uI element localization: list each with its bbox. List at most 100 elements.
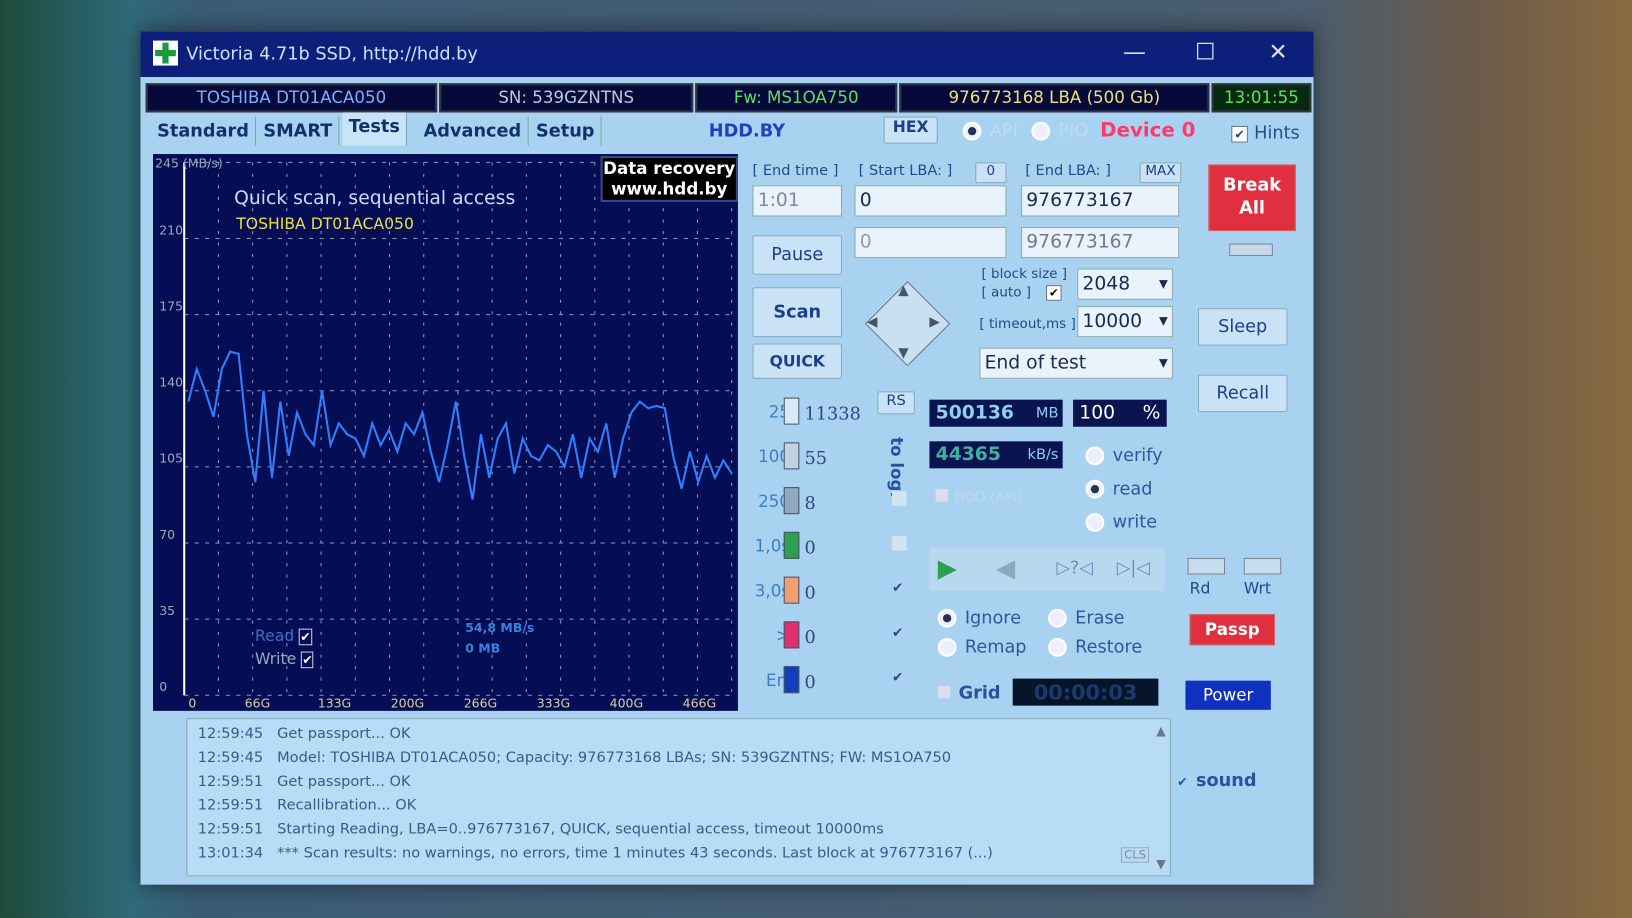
chevron-down-icon: ▼: [1158, 355, 1168, 370]
back-icon[interactable]: ◀: [996, 554, 1015, 583]
desktop: Victoria 4.71b SSD, http://hdd.by — ☐ ✕ …: [0, 0, 1632, 918]
end-action-select[interactable]: End of test ▼: [979, 347, 1173, 379]
api-label: API: [989, 120, 1018, 142]
scan-button[interactable]: Scan: [752, 287, 843, 338]
y-tick-label: 140: [159, 375, 183, 390]
log-entry: 12:59:51 Recallibration... OK: [198, 797, 417, 814]
y-tick-label: 210: [159, 222, 183, 237]
quick-button[interactable]: QUICK: [752, 343, 843, 379]
stat-color-swatch: [783, 487, 800, 515]
start-lba-input[interactable]: 0: [854, 185, 1007, 217]
arrow-left-icon[interactable]: ◀: [867, 314, 877, 330]
skip-end-icon[interactable]: ▷|◁: [1117, 558, 1150, 579]
x-tick-label: 466G: [683, 696, 716, 711]
mb-counter: 500136 MB: [929, 399, 1063, 427]
sound-checkbox[interactable]: ✔ sound: [1177, 770, 1256, 791]
auto-checkbox[interactable]: ✔: [1046, 285, 1062, 301]
log-checkbox[interactable]: ✔: [892, 626, 907, 642]
log-message: Get passport... OK: [277, 725, 411, 743]
tab-tests[interactable]: Tests: [342, 112, 408, 146]
arrow-up-icon[interactable]: ▲: [898, 283, 908, 299]
tab-setup[interactable]: Setup: [530, 116, 602, 146]
power-button[interactable]: Power: [1185, 680, 1271, 710]
play-icon[interactable]: ▶: [938, 554, 957, 583]
tab-standard[interactable]: Standard: [151, 116, 257, 146]
ddd-box: [935, 489, 949, 502]
device-label[interactable]: Device 0: [1100, 119, 1195, 142]
grid-checkbox[interactable]: Grid: [937, 683, 1001, 704]
drive-model: TOSHIBA DT01ACA050: [145, 83, 438, 113]
rs-button[interactable]: RS: [877, 391, 915, 415]
hints-label: Hints: [1254, 122, 1300, 144]
tab-advanced[interactable]: Advanced: [417, 116, 529, 146]
sleep-button[interactable]: Sleep: [1197, 308, 1288, 346]
read-radio[interactable]: read: [1085, 478, 1153, 500]
end-time-field[interactable]: 1:01: [752, 185, 843, 217]
ad-line-1: Data recovery: [603, 158, 736, 178]
scroll-down-icon[interactable]: ▼: [1156, 857, 1166, 872]
log-time: 12:59:51: [197, 821, 264, 838]
timeout-select[interactable]: 10000 ▼: [1077, 305, 1173, 338]
drive-capacity: 976773168 LBA (500 Gb): [899, 83, 1210, 113]
remap-radio[interactable]: Remap: [937, 637, 1027, 658]
ddd-checkbox[interactable]: DDD (API): [935, 489, 1022, 506]
written-amount: 0 MB: [465, 641, 501, 656]
break-all-button[interactable]: Break All: [1208, 164, 1296, 232]
check-icon: ✔: [1231, 125, 1248, 143]
chevron-down-icon: ▼: [1158, 314, 1168, 328]
direction-pad[interactable]: ▲ ▼ ◀ ▶: [864, 281, 951, 367]
y-axis-unit: 245 (MB/s): [155, 156, 223, 171]
scroll-up-icon[interactable]: ▲: [1156, 723, 1166, 738]
tab-smart[interactable]: SMART: [257, 116, 340, 146]
event-log[interactable]: 12:59:45 Get passport... OK 12:59:45 Mode…: [186, 718, 1171, 877]
maximize-button[interactable]: ☐: [1190, 40, 1221, 66]
ddd-label: DDD (API): [954, 490, 1022, 506]
data-recovery-ad[interactable]: Data recovery www.hdd.by: [600, 156, 738, 202]
erase-radio[interactable]: Erase: [1048, 608, 1125, 629]
cls-button[interactable]: CLS: [1121, 847, 1150, 863]
stat-count: 0: [804, 582, 816, 604]
write-toggle[interactable]: Write ✔: [255, 649, 314, 668]
pause-button[interactable]: Pause: [752, 235, 843, 275]
max-button[interactable]: MAX: [1139, 162, 1182, 184]
log-checkbox[interactable]: [891, 536, 907, 551]
hints-checkbox[interactable]: ✔ Hints: [1231, 122, 1300, 144]
arrow-down-icon[interactable]: ▼: [898, 346, 908, 362]
recall-button[interactable]: Recall: [1197, 374, 1288, 413]
start-lba-zero-button[interactable]: 0: [975, 162, 1007, 184]
pio-label: PIO: [1058, 120, 1089, 142]
log-entry: 12:59:45 Get passport... OK: [198, 725, 411, 742]
api-radio[interactable]: API: [962, 120, 1018, 142]
block-size-select[interactable]: 2048 ▼: [1077, 268, 1173, 300]
hdd-by-link[interactable]: HDD.BY: [709, 121, 785, 142]
seek-unknown-icon[interactable]: ▷?◁: [1056, 558, 1093, 579]
arrow-right-icon[interactable]: ▶: [929, 314, 939, 330]
log-checkbox[interactable]: ✔: [892, 581, 907, 597]
pio-radio[interactable]: PIO: [1031, 121, 1088, 142]
graph-title: Quick scan, sequential access: [234, 187, 516, 210]
write-radio[interactable]: write: [1085, 512, 1157, 533]
read-label: read: [1112, 478, 1153, 500]
restore-radio[interactable]: Restore: [1048, 637, 1142, 658]
close-button[interactable]: ✕: [1262, 40, 1293, 66]
x-tick-label: 200G: [391, 696, 424, 711]
end-lba-input[interactable]: 976773167: [1021, 185, 1180, 217]
read-toggle[interactable]: Read ✔: [255, 627, 312, 646]
log-checkbox[interactable]: ✔: [892, 670, 907, 686]
hex-button[interactable]: HEX: [883, 116, 938, 144]
ignore-radio[interactable]: Ignore: [937, 608, 1021, 629]
read-speed-line: [187, 350, 733, 500]
speed-counter: 44365 kB/s: [929, 441, 1063, 469]
log-checkbox[interactable]: [891, 491, 907, 506]
log-entry: 12:59:51 Starting Reading, LBA=0..976773…: [198, 821, 884, 838]
percent-value: 100: [1079, 401, 1116, 424]
rd-indicator: [1187, 557, 1226, 575]
verify-radio[interactable]: verify: [1085, 445, 1163, 466]
speed-unit: kB/s: [1027, 446, 1059, 464]
minimize-button[interactable]: —: [1119, 40, 1150, 66]
passp-button[interactable]: Passp: [1189, 614, 1275, 646]
window-title: Victoria 4.71b SSD, http://hdd.by: [186, 43, 478, 65]
end-time-label: [ End time ]: [752, 162, 839, 180]
current-lba-field: 0: [854, 226, 1007, 259]
stat-label: 25: [768, 401, 790, 422]
